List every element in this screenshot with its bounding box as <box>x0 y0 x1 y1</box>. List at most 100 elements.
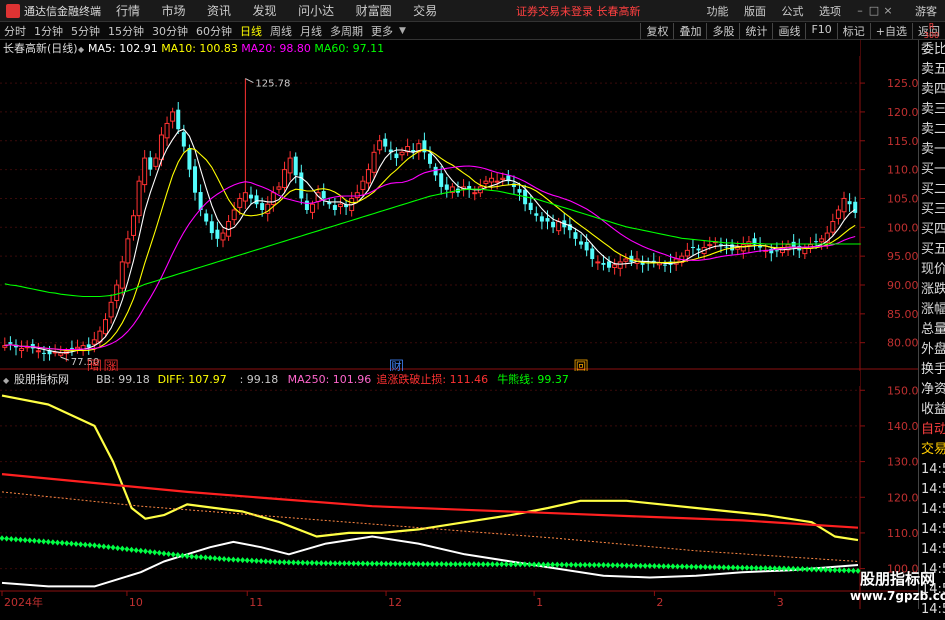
period-tab-60min[interactable]: 60分钟 <box>192 23 236 39</box>
price-tick-label: 125.00 <box>887 77 918 90</box>
close-icon[interactable]: × <box>881 4 895 17</box>
side-panel-item[interactable]: 14:56 <box>919 600 945 620</box>
menu-item-formula[interactable]: 公式 <box>782 5 804 18</box>
period-tab-intraday[interactable]: 分时 <box>0 23 30 39</box>
period-tab-monthly[interactable]: 月线 <box>296 23 326 39</box>
period-tab-weekly[interactable]: 周线 <box>266 23 296 39</box>
side-panel-item[interactable]: 卖三 <box>919 100 945 120</box>
candle-body-down <box>433 166 438 176</box>
side-panel-item[interactable]: 总量 <box>919 320 945 340</box>
side-panel-item[interactable]: 买三 <box>919 200 945 220</box>
menu-item-layout[interactable]: 版面 <box>744 5 766 18</box>
tool-mark-button[interactable]: 标记 <box>836 22 870 39</box>
period-tab-30min[interactable]: 30分钟 <box>148 23 192 39</box>
tool-watchlist-button[interactable]: +自选 <box>869 22 912 39</box>
candle-body-up <box>103 319 109 335</box>
side-panel-item[interactable]: 14:56 <box>919 500 945 520</box>
period-tab-multi[interactable]: 多周期 <box>326 23 367 39</box>
main-chart-title: 长春高新(日线) <box>3 41 78 55</box>
period-tab-daily[interactable]: 日线 <box>236 23 266 39</box>
chevron-down-icon[interactable]: ▼ <box>399 26 406 36</box>
candle-body-up <box>489 177 495 183</box>
candle-body-down <box>215 229 220 239</box>
side-panel-item[interactable]: 买四 <box>919 220 945 240</box>
candle-body-up <box>220 232 226 241</box>
side-panel-item[interactable]: 买二 <box>919 180 945 200</box>
tool-stats-button[interactable]: 统计 <box>739 22 772 39</box>
candle-body-down <box>847 201 852 205</box>
minimize-icon[interactable]: – <box>853 4 867 17</box>
menu-item-options[interactable]: 选项 <box>819 5 841 18</box>
candle-body-up <box>354 192 360 198</box>
candle-body-up <box>282 169 288 189</box>
login-warning[interactable]: 证券交易未登录 长春高新 <box>516 3 641 19</box>
candle-body-up <box>371 151 377 173</box>
guest-label[interactable]: 游客 <box>915 3 937 19</box>
side-panel-item[interactable]: 14:56 <box>919 540 945 560</box>
indicator-toggle-icon: ◆ <box>3 376 10 385</box>
candle-body-up <box>164 122 170 139</box>
side-panel-item[interactable]: 涨跌 <box>919 280 945 300</box>
period-toolbar: 分时 1分钟 5分钟 15分钟 30分钟 60分钟 日线 周线 月线 多周期 更… <box>0 22 945 40</box>
stock-chart[interactable]: 80.0085.0090.0095.00100.00105.00110.0011… <box>0 40 918 609</box>
time-tick-label: 11 <box>249 596 263 609</box>
candle-body-down <box>209 221 214 234</box>
period-tab-more[interactable]: 更多 <box>367 23 397 39</box>
tool-multistock-button[interactable]: 多股 <box>706 22 739 39</box>
menu-item-function[interactable]: 功能 <box>707 5 729 18</box>
candle-body-down <box>148 157 153 170</box>
side-panel-item[interactable]: 卖一 <box>919 140 945 160</box>
side-panel-item[interactable]: 交易 <box>919 440 945 460</box>
tool-f10-button[interactable]: F10 <box>805 22 836 39</box>
watermark-line2: www.7gpzb.com <box>850 589 945 603</box>
side-panel-item[interactable]: 现价 <box>919 260 945 280</box>
menu-item-trade[interactable]: 交易 <box>413 4 437 18</box>
side-panel-item[interactable]: 买一 <box>919 160 945 180</box>
menu-item-wealth[interactable]: 财富圈 <box>356 4 392 18</box>
side-panel-item[interactable]: 卖四 <box>919 80 945 100</box>
side-panel-item[interactable]: 自动 <box>919 420 945 440</box>
candle-body-up <box>119 261 125 289</box>
menu-item-ask[interactable]: 问小达 <box>298 4 334 18</box>
candle-body-down <box>299 172 304 199</box>
period-tab-5min[interactable]: 5分钟 <box>67 23 104 39</box>
side-panel-item[interactable]: 14:56 <box>919 460 945 480</box>
side-panel-item[interactable]: 卖二 <box>919 120 945 140</box>
candle-body-down <box>791 241 796 248</box>
candle-body-up <box>494 180 500 183</box>
menu-item-discover[interactable]: 发现 <box>253 4 277 18</box>
candle-body-up <box>612 264 618 269</box>
menu-item-news[interactable]: 资讯 <box>207 4 231 18</box>
side-panel-item[interactable]: 14:56 <box>919 480 945 500</box>
candle-body-up <box>310 203 316 213</box>
candle-body-down <box>607 261 612 268</box>
candle-body-up <box>276 186 282 190</box>
side-panel-item[interactable]: 净资 <box>919 380 945 400</box>
period-tab-15min[interactable]: 15分钟 <box>104 23 148 39</box>
side-panel-item[interactable]: 卖五 <box>919 60 945 80</box>
badge-count: 300 <box>923 31 940 40</box>
watermark-line1: 股朋指标网 <box>859 570 935 588</box>
side-panel-item[interactable]: 换手 <box>919 360 945 380</box>
side-panel-item[interactable]: 买五 <box>919 240 945 260</box>
side-panel-item[interactable]: 外盘 <box>919 340 945 360</box>
tool-overlay-button[interactable]: 叠加 <box>673 22 706 39</box>
menu-item-quotes[interactable]: 行情 <box>116 4 140 18</box>
candle-body-down <box>774 250 779 252</box>
price-tick-label: 105.00 <box>887 192 918 205</box>
indicator-tick-label: 130.0 <box>887 456 918 469</box>
candle-body-down <box>204 213 209 222</box>
side-panel-item[interactable]: 涨幅 <box>919 300 945 320</box>
candle-body-up <box>242 192 248 202</box>
side-panel-item[interactable]: 收益 <box>919 400 945 420</box>
time-tick-label: 1 <box>536 596 543 609</box>
maximize-icon[interactable]: □ <box>867 4 881 17</box>
side-panel-item[interactable]: 委比 <box>919 40 945 60</box>
candle-body-up <box>142 157 148 186</box>
tool-draw-button[interactable]: 画线 <box>772 22 805 39</box>
tool-adjust-button[interactable]: 复权 <box>640 22 673 39</box>
time-tick-label: 12 <box>388 596 402 609</box>
side-panel-item[interactable]: 14:56 <box>919 520 945 540</box>
menu-item-market[interactable]: 市场 <box>162 4 186 18</box>
period-tab-1min[interactable]: 1分钟 <box>30 23 67 39</box>
